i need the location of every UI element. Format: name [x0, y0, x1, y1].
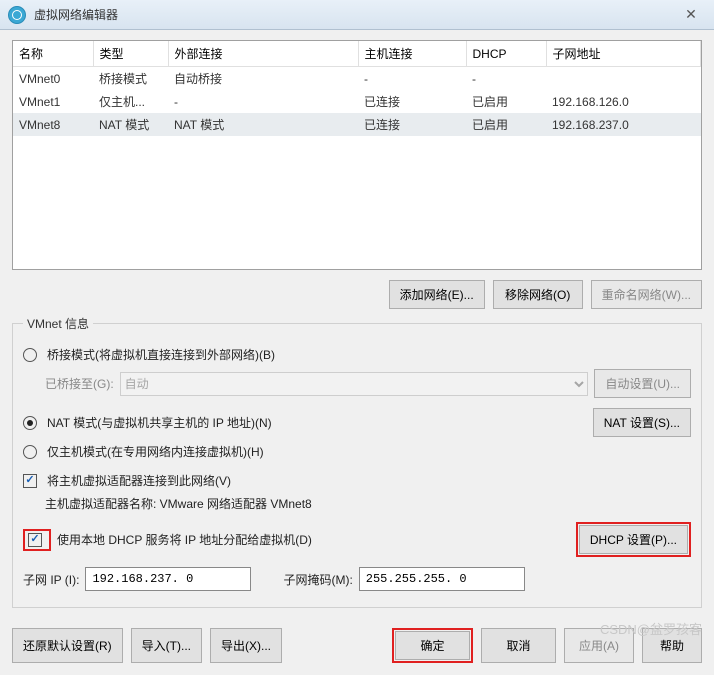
bridged-to-select: 自动: [120, 372, 589, 396]
dhcp-label: 使用本地 DHCP 服务将 IP 地址分配给虚拟机(D): [57, 531, 312, 548]
ok-button[interactable]: 确定: [395, 631, 470, 660]
vmnet-info-group: VMnet 信息 桥接模式(将虚拟机直接连接到外部网络)(B) 已桥接至(G):…: [12, 315, 702, 608]
connect-adapter-label: 将主机虚拟适配器连接到此网络(V): [47, 472, 231, 489]
vmnet-info-legend: VMnet 信息: [23, 315, 93, 332]
auto-settings-button: 自动设置(U)...: [594, 369, 691, 398]
table-header-row: 名称 类型 外部连接 主机连接 DHCP 子网地址: [13, 41, 701, 67]
nat-mode-label: NAT 模式(与虚拟机共享主机的 IP 地址)(N): [47, 414, 272, 431]
app-icon: [8, 6, 26, 24]
connect-adapter-checkbox[interactable]: [23, 474, 37, 488]
network-list[interactable]: 名称 类型 外部连接 主机连接 DHCP 子网地址 VMnet0桥接模式自动桥接…: [12, 40, 702, 270]
subnet-mask-input[interactable]: [359, 567, 525, 591]
subnet-mask-label: 子网掩码(M):: [283, 571, 352, 588]
bridge-mode-label: 桥接模式(将虚拟机直接连接到外部网络)(B): [47, 346, 275, 363]
add-network-button[interactable]: 添加网络(E)...: [389, 280, 485, 309]
subnet-ip-input[interactable]: [85, 567, 251, 591]
remove-network-button[interactable]: 移除网络(O): [493, 280, 583, 309]
hostonly-mode-radio[interactable]: [23, 445, 37, 459]
table-row[interactable]: VMnet1仅主机...- 已连接已启用192.168.126.0: [13, 90, 701, 113]
nat-mode-radio[interactable]: [23, 416, 37, 430]
hostonly-mode-label: 仅主机模式(在专用网络内连接虚拟机)(H): [47, 443, 264, 460]
bridged-to-label: 已桥接至(G):: [45, 375, 114, 392]
subnet-ip-label: 子网 IP (I):: [23, 571, 79, 588]
rename-network-button: 重命名网络(W)...: [591, 280, 702, 309]
nat-settings-button[interactable]: NAT 设置(S)...: [593, 408, 691, 437]
table-row[interactable]: VMnet0桥接模式自动桥接 --: [13, 67, 701, 91]
window-title: 虚拟网络编辑器: [34, 6, 676, 23]
dhcp-settings-button[interactable]: DHCP 设置(P)...: [579, 525, 688, 554]
adapter-name-label: 主机虚拟适配器名称: VMware 网络适配器 VMnet8: [45, 495, 312, 512]
bridge-mode-radio[interactable]: [23, 348, 37, 362]
table-row[interactable]: VMnet8NAT 模式NAT 模式 已连接已启用192.168.237.0: [13, 113, 701, 136]
close-icon[interactable]: ✕: [676, 6, 706, 23]
dhcp-checkbox[interactable]: [28, 533, 42, 547]
title-bar: 虚拟网络编辑器 ✕: [0, 0, 714, 30]
